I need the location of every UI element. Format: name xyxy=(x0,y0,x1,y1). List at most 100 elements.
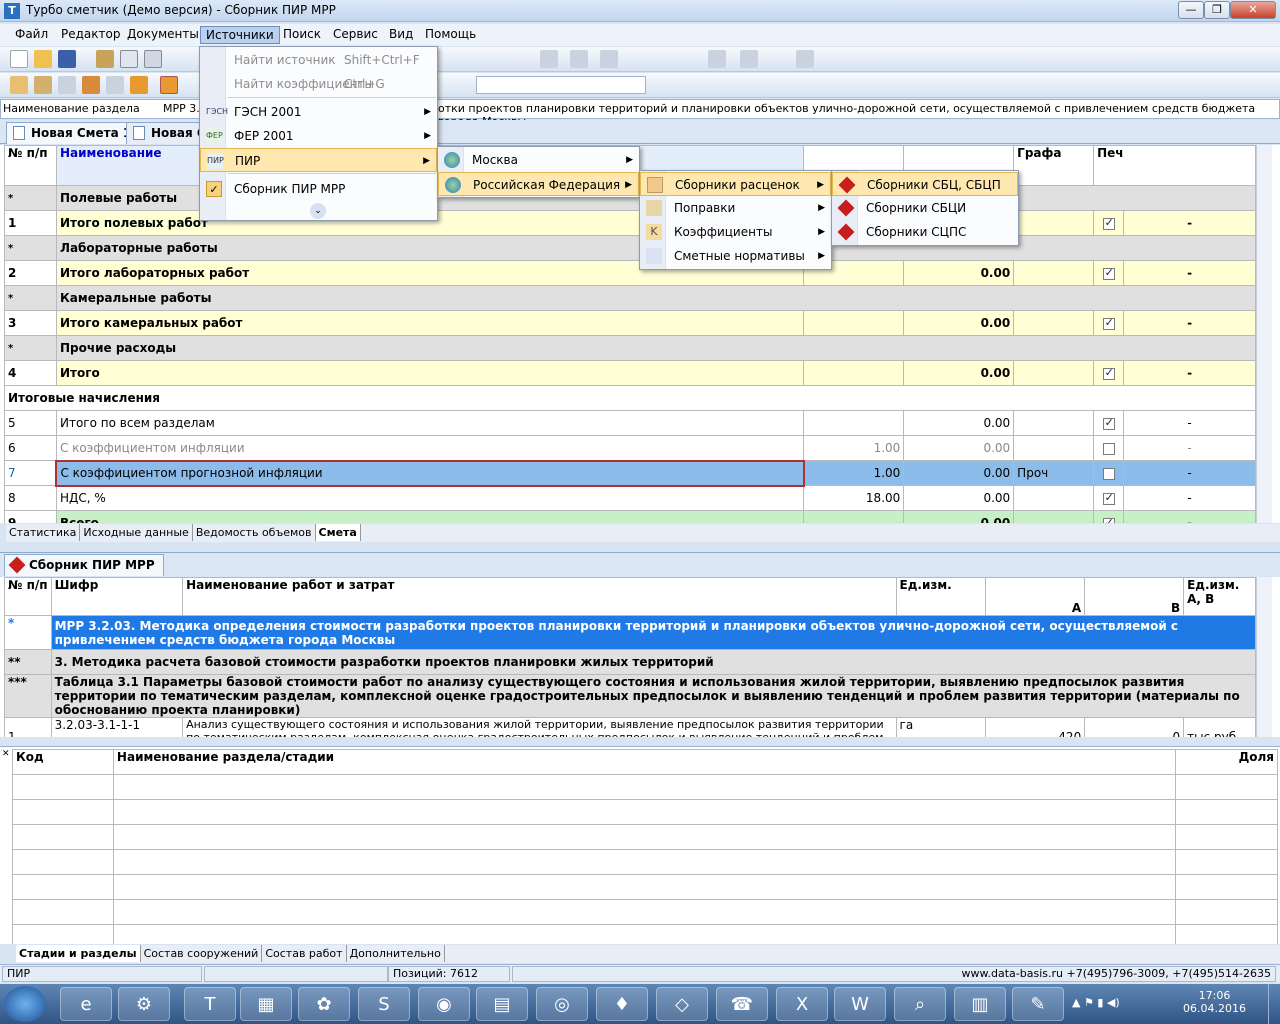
menu-editor[interactable]: Редактор xyxy=(56,26,125,44)
cell[interactable] xyxy=(12,849,114,875)
table-row[interactable] xyxy=(12,899,1278,925)
row-rate[interactable] xyxy=(803,410,905,436)
row-graph[interactable] xyxy=(1013,510,1095,523)
tab-collection[interactable]: Сборник ПИР МРР xyxy=(4,554,164,576)
menu-help[interactable]: Помощь xyxy=(420,26,481,44)
menu-search[interactable]: Поиск xyxy=(278,26,326,44)
row-print[interactable] xyxy=(1093,460,1125,486)
menu-estimate-standards[interactable]: Сметные нормативы ▶ xyxy=(640,244,831,268)
table-row[interactable]: 4Итого 0.00 - xyxy=(4,360,1256,386)
table-row[interactable]: 8НДС, %18.000.00 - xyxy=(4,485,1256,511)
row-print[interactable] xyxy=(1093,260,1125,286)
col-graph[interactable]: Графа xyxy=(1013,145,1095,186)
menu-sbc-sbcp[interactable]: Сборники СБЦ, СБЦП xyxy=(832,172,1018,196)
paste-icon[interactable] xyxy=(600,50,618,68)
tab-estimate[interactable]: Смета xyxy=(315,524,361,541)
table-row[interactable] xyxy=(12,849,1278,875)
cell[interactable] xyxy=(12,874,114,900)
tab-volume-sheet[interactable]: Ведомость объемов xyxy=(193,524,316,541)
menu-file[interactable]: Файл xyxy=(10,26,53,44)
cell[interactable] xyxy=(112,774,1177,800)
print-icon[interactable] xyxy=(144,50,162,68)
table-row[interactable]: 7С коэффициентом прогнозной инфляции 1.00… xyxy=(4,459,1256,487)
row-graph[interactable]: Проч xyxy=(1013,460,1095,486)
col-b[interactable]: В xyxy=(1084,577,1185,616)
grid-app-icon[interactable]: ▦ xyxy=(240,987,292,1021)
row-total[interactable]: 0.00 xyxy=(903,435,1015,461)
copy-icon[interactable] xyxy=(570,50,588,68)
cell[interactable] xyxy=(112,849,1177,875)
cell[interactable] xyxy=(112,799,1177,825)
menu-documents[interactable]: Документы xyxy=(122,26,204,44)
table-row[interactable]: * Лабораторные работы xyxy=(4,235,1257,261)
cell[interactable] xyxy=(112,899,1177,925)
col-num[interactable]: № п/п xyxy=(4,145,57,186)
list-icon[interactable] xyxy=(106,76,124,94)
row-total[interactable]: 0.00 xyxy=(903,360,1015,386)
open-icon[interactable] xyxy=(34,50,52,68)
row-total[interactable]: 0.00 xyxy=(903,260,1015,286)
menu-corrections[interactable]: Поправки ▶ xyxy=(640,196,831,220)
menu-find-coefficients[interactable]: Найти коэффициенты Ctrl+G xyxy=(200,72,437,96)
cell[interactable] xyxy=(1175,924,1278,944)
menu-russian-federation[interactable]: Российская Федерация ▶ xyxy=(438,172,639,196)
row-print[interactable] xyxy=(1093,310,1125,336)
table-row[interactable]: *** Таблица 3.1 Параметры базовой стоимо… xyxy=(4,674,1257,718)
row-graph[interactable] xyxy=(1013,410,1095,436)
start-button[interactable] xyxy=(4,986,46,1022)
table-row[interactable]: Итоговые начисления xyxy=(4,385,1256,411)
skype-icon[interactable]: S xyxy=(358,987,410,1021)
print-checkbox[interactable] xyxy=(1102,266,1115,280)
col-num[interactable]: № п/п xyxy=(4,577,52,616)
k-icon[interactable] xyxy=(34,76,52,94)
cell[interactable] xyxy=(12,899,114,925)
save-icon[interactable] xyxy=(58,50,76,68)
print-checkbox[interactable] xyxy=(1102,516,1115,523)
tab-stages[interactable]: Стадии и разделы xyxy=(16,945,141,962)
table-row[interactable]: 6С коэффициентом инфляции 1.00 0.00 - xyxy=(4,435,1256,461)
cell[interactable] xyxy=(1175,874,1278,900)
print-checkbox[interactable] xyxy=(1102,491,1115,505)
row-print[interactable] xyxy=(1093,360,1125,386)
col-a[interactable]: А xyxy=(985,577,1086,616)
row-total[interactable]: 0.00 xyxy=(903,410,1015,436)
row-rate[interactable] xyxy=(803,360,905,386)
new-icon[interactable] xyxy=(10,50,28,68)
row-rate[interactable]: 1.00 xyxy=(803,435,905,461)
col-share[interactable]: Доля xyxy=(1175,749,1278,775)
table-row[interactable]: * Прочие расходы xyxy=(4,335,1257,361)
fax-icon[interactable]: ☎ xyxy=(716,987,768,1021)
row-rate[interactable] xyxy=(803,310,905,336)
turbo-smetchik-icon[interactable]: T xyxy=(184,987,236,1021)
menu-find-source[interactable]: Найти источник Shift+Ctrl+F xyxy=(200,48,437,72)
col-unit-ab[interactable]: Ед.изм. А, В xyxy=(1183,577,1256,616)
chrome-icon[interactable]: ◎ xyxy=(536,987,588,1021)
row-print[interactable] xyxy=(1093,485,1125,511)
cell[interactable] xyxy=(12,824,114,850)
cut-icon[interactable] xyxy=(540,50,558,68)
cell[interactable] xyxy=(12,924,114,944)
table-row[interactable]: 5Итого по всем разделам 0.00 - xyxy=(4,410,1256,436)
table-row[interactable] xyxy=(12,799,1278,825)
sheet-icon[interactable] xyxy=(130,76,148,94)
col-code[interactable]: Шифр xyxy=(50,577,184,616)
3d-app-icon[interactable]: ◇ xyxy=(656,987,708,1021)
menu-sbci[interactable]: Сборники СБЦИ xyxy=(832,196,1018,220)
menu-moscow[interactable]: Москва ▶ xyxy=(438,148,639,172)
row-graph[interactable] xyxy=(1013,485,1095,511)
collection-scrollbar[interactable] xyxy=(1256,577,1272,737)
cell[interactable] xyxy=(1175,899,1278,925)
ie-icon[interactable]: e xyxy=(60,987,112,1021)
tab-structures[interactable]: Состав сооружений xyxy=(141,945,263,962)
print-checkbox[interactable] xyxy=(1102,442,1115,455)
col-work-name[interactable]: Наименование работ и затрат xyxy=(182,577,897,616)
row-rate[interactable] xyxy=(803,510,905,523)
tool-icon[interactable] xyxy=(10,76,28,94)
table-row[interactable]: 9Всего 0.00 - xyxy=(4,510,1256,523)
sum-icon[interactable] xyxy=(740,50,758,68)
icq-icon[interactable]: ✿ xyxy=(298,987,350,1021)
print-checkbox[interactable] xyxy=(1102,216,1115,230)
row-rate[interactable]: 18.00 xyxy=(803,485,905,511)
table-row[interactable] xyxy=(12,924,1278,944)
search-app-icon[interactable]: ⌕ xyxy=(894,987,946,1021)
